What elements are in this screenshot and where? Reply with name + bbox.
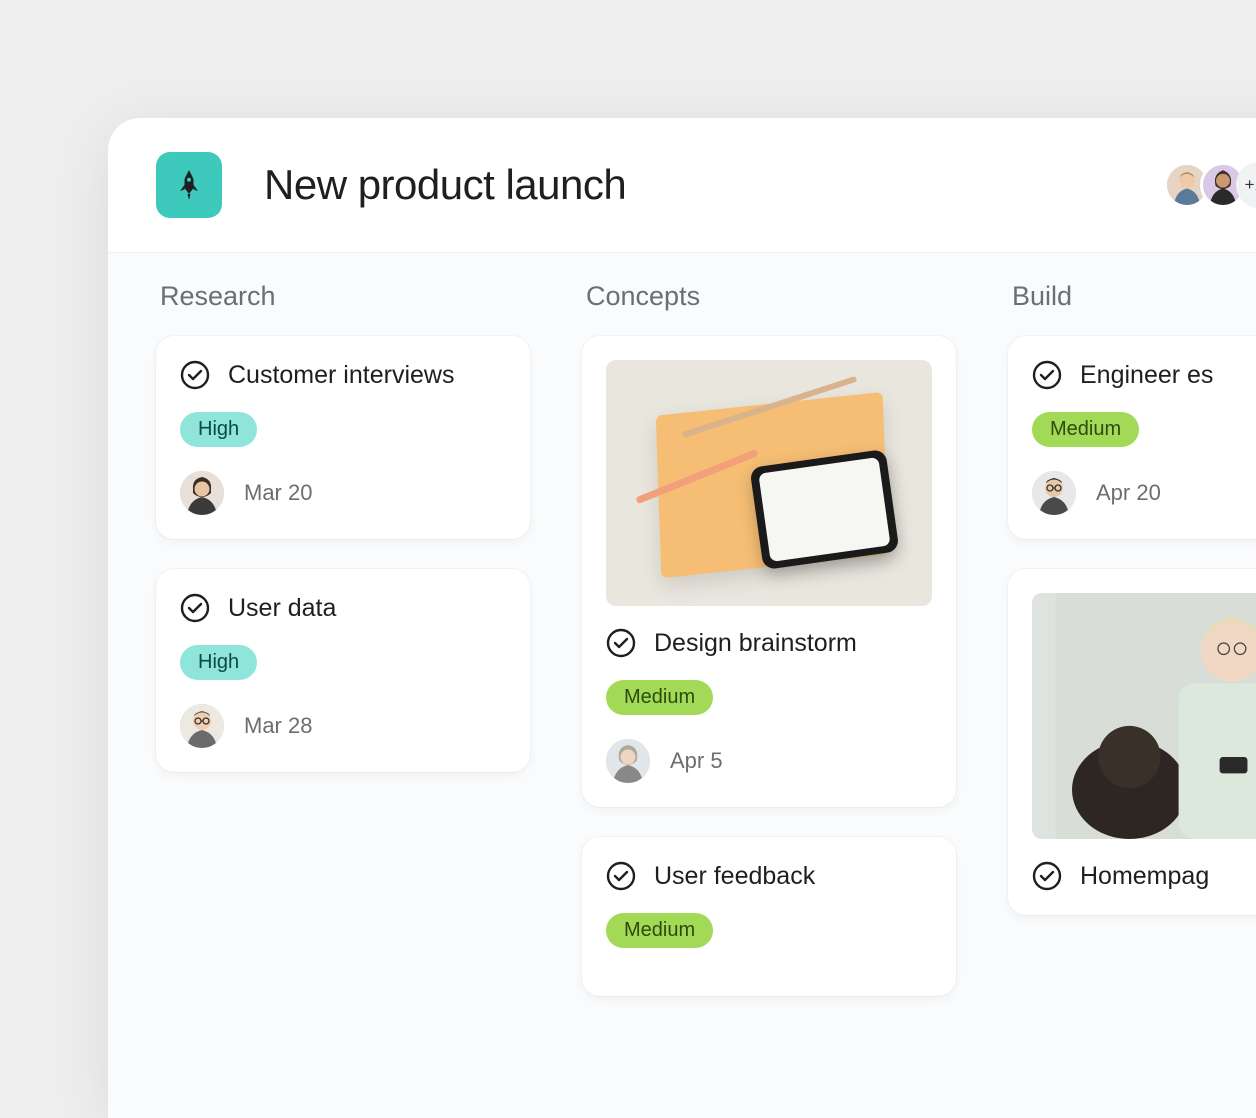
priority-tag: Medium: [1032, 412, 1139, 447]
task-title: Customer interviews: [228, 361, 454, 390]
column-concepts: Concepts Design brainstorm Medium: [582, 281, 956, 1118]
avatar[interactable]: [1032, 471, 1076, 515]
column-title: Research: [156, 281, 530, 312]
app-window: New product launch +18 Research Customer…: [108, 118, 1256, 1118]
task-title: Homempag: [1080, 862, 1209, 891]
project-members[interactable]: +18: [1164, 162, 1256, 208]
avatar[interactable]: [180, 704, 224, 748]
check-circle-icon[interactable]: [606, 628, 636, 658]
kanban-board: Research Customer interviews High Mar 20: [108, 253, 1256, 1118]
card-cover-image: [1032, 593, 1256, 839]
task-card[interactable]: Customer interviews High Mar 20: [156, 336, 530, 539]
check-circle-icon[interactable]: [180, 360, 210, 390]
project-title: New product launch: [264, 161, 1164, 209]
task-card[interactable]: Homempag: [1008, 569, 1256, 915]
task-title: Engineer es: [1080, 361, 1213, 390]
priority-tag: Medium: [606, 913, 713, 948]
column-title: Concepts: [582, 281, 956, 312]
rocket-icon: [156, 152, 222, 218]
check-circle-icon[interactable]: [180, 593, 210, 623]
task-title: User data: [228, 594, 336, 623]
due-date: Apr 20: [1096, 480, 1161, 506]
check-circle-icon[interactable]: [606, 861, 636, 891]
task-card[interactable]: User feedback Medium: [582, 837, 956, 996]
task-card[interactable]: User data High Mar 28: [156, 569, 530, 772]
check-circle-icon[interactable]: [1032, 360, 1062, 390]
task-title: User feedback: [654, 862, 815, 891]
column-title: Build: [1008, 281, 1256, 312]
priority-tag: High: [180, 412, 257, 447]
due-date: Apr 5: [670, 748, 723, 774]
task-title: Design brainstorm: [654, 629, 857, 658]
priority-tag: Medium: [606, 680, 713, 715]
task-card[interactable]: Engineer es Medium Apr 20: [1008, 336, 1256, 539]
check-circle-icon[interactable]: [1032, 861, 1062, 891]
avatar[interactable]: [606, 739, 650, 783]
due-date: Mar 28: [244, 713, 312, 739]
avatar[interactable]: [180, 471, 224, 515]
card-cover-image: [606, 360, 932, 606]
task-card[interactable]: Design brainstorm Medium Apr 5: [582, 336, 956, 807]
project-header: New product launch +18: [108, 118, 1256, 253]
column-research: Research Customer interviews High Mar 20: [156, 281, 530, 1118]
priority-tag: High: [180, 645, 257, 680]
column-build: Build Engineer es Medium Apr 20: [1008, 281, 1256, 1118]
due-date: Mar 20: [244, 480, 312, 506]
